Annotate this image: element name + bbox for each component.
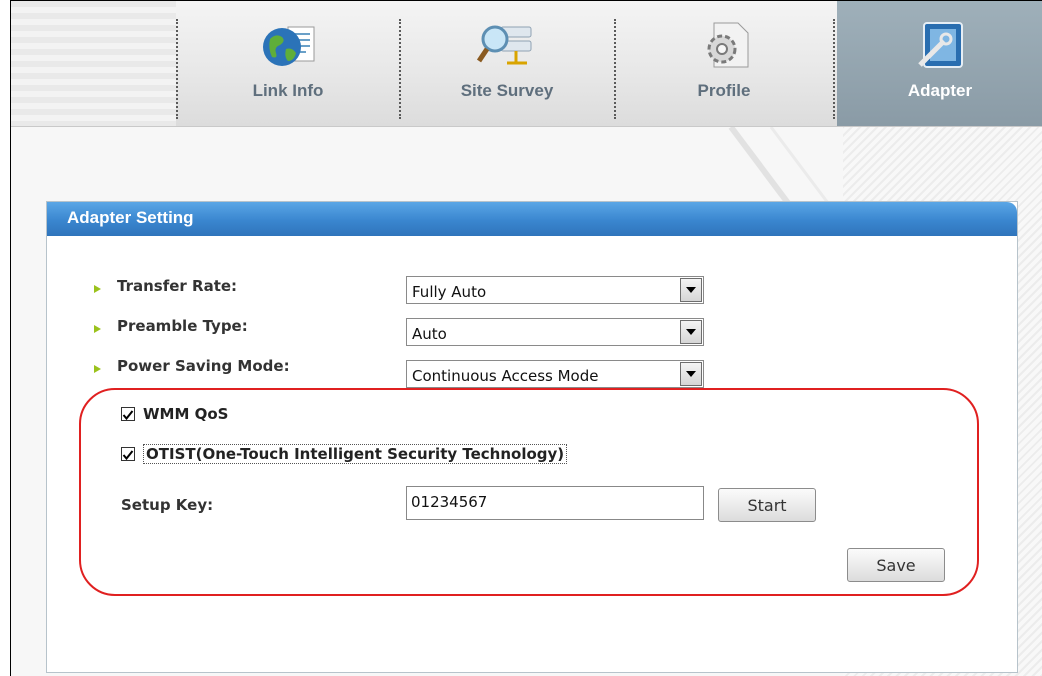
tab-adapter[interactable]: Adapter	[837, 1, 1042, 126]
power-saving-select[interactable]: Continuous Access Mode	[406, 360, 704, 388]
nav-separator	[399, 19, 401, 119]
tab-link-info-label: Link Info	[252, 81, 324, 100]
preamble-type-label: Preamble Type:	[117, 317, 248, 335]
power-saving-label: Power Saving Mode:	[117, 357, 290, 375]
power-saving-value: Continuous Access Mode	[412, 367, 599, 385]
background-decoration	[728, 127, 833, 207]
chevron-down-icon[interactable]	[680, 362, 702, 386]
nav-decoration	[11, 1, 176, 126]
transfer-rate-value: Fully Auto	[412, 283, 487, 301]
adapter-settings-icon	[918, 22, 963, 68]
tab-site-survey[interactable]: Site Survey	[403, 1, 611, 126]
bullet-arrow-icon	[94, 325, 101, 333]
checkmark-icon	[122, 410, 134, 421]
tab-profile-label: Profile	[697, 81, 751, 100]
setup-key-field[interactable]	[406, 486, 704, 520]
transfer-rate-label: Transfer Rate:	[117, 277, 238, 295]
app-window: Link Info Site Survey Profile Adapter Ad…	[10, 0, 1042, 676]
checkmark-icon	[122, 450, 134, 461]
tab-link-info[interactable]: Link Info	[181, 1, 395, 126]
globe-document-icon	[263, 26, 315, 66]
nav-separator	[614, 19, 616, 119]
chevron-down-icon[interactable]	[680, 320, 702, 344]
wmm-qos-label: WMM QoS	[143, 405, 229, 423]
chevron-down-icon[interactable]	[680, 278, 702, 302]
bullet-arrow-icon	[94, 365, 101, 373]
setup-key-label: Setup Key:	[121, 496, 214, 514]
tab-profile[interactable]: Profile	[618, 1, 830, 126]
tab-site-survey-label: Site Survey	[460, 81, 554, 100]
bullet-arrow-icon	[94, 285, 101, 293]
otist-checkbox[interactable]	[121, 447, 135, 461]
nav-separator	[176, 19, 178, 119]
wmm-qos-checkbox[interactable]	[121, 407, 135, 421]
preamble-type-value: Auto	[412, 325, 447, 343]
tab-adapter-label: Adapter	[907, 81, 973, 100]
start-button[interactable]: Start	[718, 488, 816, 522]
adapter-setting-panel: Adapter Setting Transfer Rate: Fully Aut…	[46, 201, 1018, 673]
otist-label: OTIST(One-Touch Intelligent Security Tec…	[143, 444, 568, 464]
panel-title: Adapter Setting	[67, 208, 194, 227]
panel-header: Adapter Setting	[47, 202, 1017, 236]
gear-document-icon	[707, 22, 749, 68]
save-button[interactable]: Save	[847, 548, 945, 582]
nav-separator	[833, 19, 835, 119]
preamble-type-select[interactable]: Auto	[406, 318, 704, 346]
top-nav: Link Info Site Survey Profile Adapter	[11, 1, 1042, 127]
network-search-icon	[477, 25, 532, 65]
setup-key-input[interactable]	[407, 487, 695, 517]
transfer-rate-select[interactable]: Fully Auto	[406, 276, 704, 304]
